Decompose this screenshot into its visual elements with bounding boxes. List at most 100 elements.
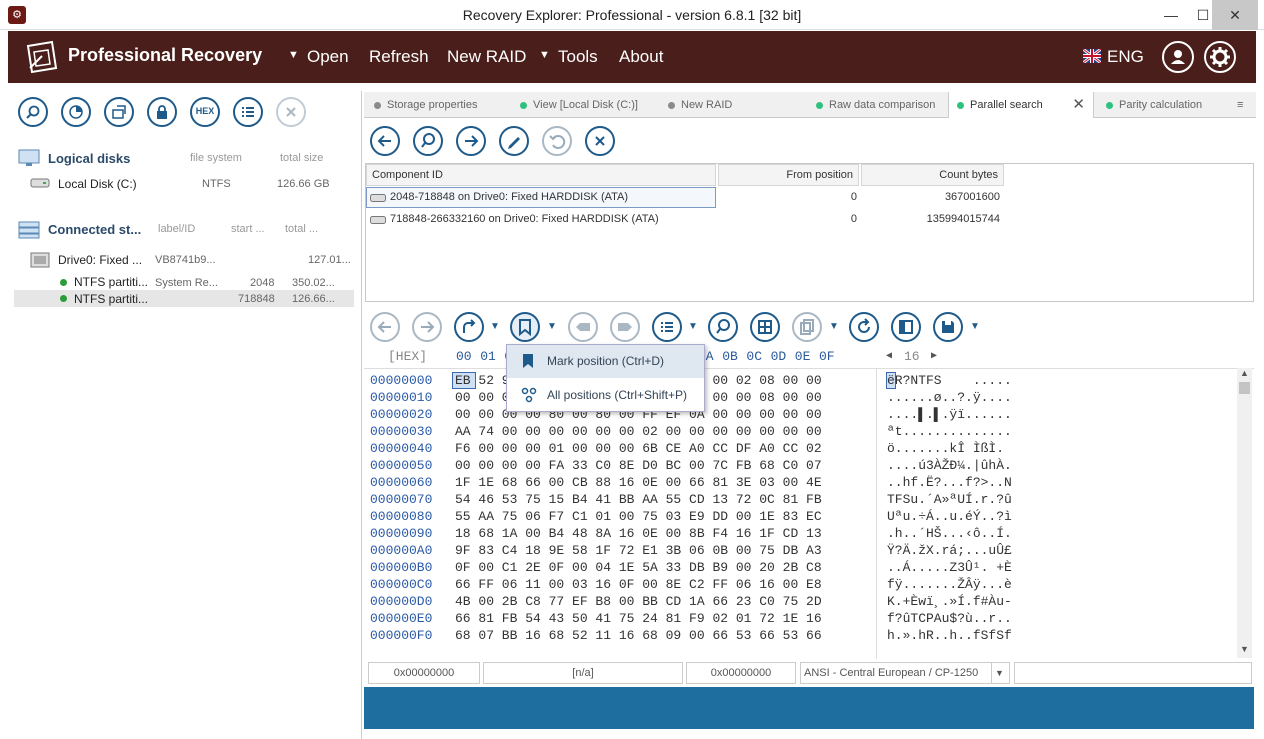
tab-parity-calculation[interactable]: Parity calculation <box>1106 92 1226 118</box>
hex-button[interactable]: HEX <box>190 97 220 127</box>
user-button[interactable] <box>1162 41 1194 73</box>
tab-parallel-search[interactable]: Parallel search ✕ <box>948 92 1094 118</box>
hex-text[interactable]: ..hf.Ë?...f?>..N <box>887 475 1012 490</box>
tab-close-icon[interactable]: ✕ <box>1072 92 1085 118</box>
refresh-button[interactable] <box>849 312 879 342</box>
back-button[interactable] <box>370 126 400 156</box>
lock-button[interactable] <box>147 97 177 127</box>
hex-bytes[interactable]: 1F 1E 68 66 00 CB 88 16 0E 00 66 81 3E 0… <box>455 475 822 490</box>
select-button[interactable] <box>750 312 780 342</box>
bookmark-button[interactable] <box>510 312 540 342</box>
hex-text[interactable]: ......ø..?.ÿ.... <box>887 390 1012 405</box>
recover-button[interactable] <box>104 97 134 127</box>
zoom-button[interactable] <box>18 97 48 127</box>
hex-text[interactable]: ªt.............. <box>887 424 1012 439</box>
hex-bytes[interactable]: AA 74 00 00 00 00 00 00 02 00 00 00 00 0… <box>455 424 822 439</box>
col-from-position[interactable]: From position <box>718 164 859 186</box>
partition-name[interactable]: NTFS partiti... <box>74 292 148 306</box>
hex-text[interactable]: h.».hR..h..fSfSf <box>887 628 1012 643</box>
tab-storage-properties[interactable]: Storage properties <box>374 92 514 118</box>
undo-button[interactable] <box>542 126 572 156</box>
save-dropdown-icon[interactable]: ▼ <box>970 321 980 332</box>
hex-bytes[interactable]: F6 00 00 00 01 00 00 00 6B CE A0 CC DF A… <box>455 441 822 456</box>
hex-bytes[interactable]: 00 00 00 00 FA 33 C0 8E D0 BC 00 7C FB 6… <box>455 458 822 473</box>
menu-all-positions[interactable]: All positions (Ctrl+Shift+P) <box>507 379 704 412</box>
logical-disk-name[interactable]: Local Disk (C:) <box>58 177 137 191</box>
hex-bytes[interactable]: 9F 83 C4 18 9E 58 1F 72 E1 3B 06 0B 00 7… <box>455 543 822 558</box>
hex-text[interactable]: fÿ.......ŽÂÿ...è <box>887 577 1012 592</box>
tab-status-dot <box>520 101 527 109</box>
hex-bytes[interactable]: 4B 00 2B C8 77 EF B8 00 BB CD 1A 66 23 C… <box>455 594 822 609</box>
prev-mark-button[interactable] <box>568 312 598 342</box>
scroll-up-icon[interactable]: ▲ <box>1237 368 1252 382</box>
close-button[interactable] <box>276 97 306 127</box>
scroll-down-icon[interactable]: ▼ <box>1237 644 1252 658</box>
cancel-button[interactable] <box>585 126 615 156</box>
scan-button[interactable] <box>61 97 91 127</box>
hex-scrollbar[interactable]: ▲ ▼ <box>1237 368 1252 658</box>
tab-view-local-disk[interactable]: View [Local Disk (C:)] <box>520 92 670 118</box>
hex-text[interactable]: ö.......kÎ ÌßÌ. <box>887 441 1004 456</box>
close-window-icon[interactable]: ✕ <box>1212 0 1258 30</box>
hex-bytes[interactable]: 55 AA 75 06 F7 C1 01 00 75 03 E9 DD 00 1… <box>455 509 822 524</box>
drive-name[interactable]: Drive0: Fixed ... <box>58 253 142 267</box>
hex-text[interactable]: ëR?NTFS ..... <box>887 373 1012 388</box>
hex-text[interactable]: Ÿ?Ä.žX.rá;...uÛ£ <box>887 543 1012 558</box>
width-increase-icon[interactable]: ▶ <box>931 350 937 362</box>
forward-button[interactable] <box>456 126 486 156</box>
hex-text[interactable]: ..Á.....Z3Û¹. +È <box>887 560 1012 575</box>
hex-bytes[interactable]: 0F 00 C1 2E 0F 00 04 1E 5A 33 DB B9 00 2… <box>455 560 822 575</box>
hex-back-button[interactable] <box>370 312 400 342</box>
save-button[interactable] <box>933 312 963 342</box>
next-mark-button[interactable] <box>610 312 640 342</box>
split-view-button[interactable] <box>891 312 921 342</box>
hex-bytes[interactable]: 68 07 BB 16 68 52 11 16 68 09 00 66 53 6… <box>455 628 822 643</box>
hex-text[interactable]: .h..´HŠ...‹ô..Í. <box>887 526 1012 541</box>
tools-arrow-icon[interactable]: ▼ <box>539 49 550 61</box>
edit-button[interactable] <box>499 126 529 156</box>
menu-new-raid[interactable]: New RAID <box>447 47 526 67</box>
menu-refresh[interactable]: Refresh <box>369 47 429 67</box>
width-decrease-icon[interactable]: ◀ <box>886 350 892 362</box>
chevron-down-icon[interactable]: ▼ <box>991 663 1007 683</box>
menu-open[interactable]: Open <box>307 47 349 67</box>
hex-forward-button[interactable] <box>412 312 442 342</box>
bookmark-dropdown-icon[interactable]: ▼ <box>547 321 557 332</box>
copy-dropdown-icon[interactable]: ▼ <box>829 321 839 332</box>
view-dropdown-icon[interactable]: ▼ <box>688 321 698 332</box>
hex-text[interactable]: K.+Èwï¸.»Í.f#Àu- <box>887 594 1012 609</box>
hex-text[interactable]: TFSu.´A»ªUÍ.r.?û <box>887 492 1012 507</box>
hex-bytes[interactable]: 18 68 1A 00 B4 48 8A 16 0E 00 8B F4 16 1… <box>455 526 822 541</box>
col-component-id[interactable]: Component ID <box>366 164 716 186</box>
search-button[interactable] <box>413 126 443 156</box>
menu-mark-position[interactable]: Mark position (Ctrl+D) <box>507 345 704 378</box>
goto-dropdown-icon[interactable]: ▼ <box>490 321 500 332</box>
encoding-select[interactable]: ANSI - Central European / CP-1250 ▼ <box>800 662 1010 684</box>
hex-bytes[interactable]: 54 46 53 75 15 B4 41 BB AA 55 CD 13 72 0… <box>455 492 822 507</box>
hex-search-button[interactable] <box>708 312 738 342</box>
settings-button[interactable] <box>1204 41 1236 73</box>
tab-new-raid[interactable]: New RAID <box>668 92 768 118</box>
hex-bytes[interactable]: 66 FF 06 11 00 03 16 0F 00 8E C2 FF 06 1… <box>455 577 822 592</box>
tab-raw-data-comparison[interactable]: Raw data comparison <box>816 92 956 118</box>
component-id[interactable]: 718848-266332160 on Drive0: Fixed HARDDI… <box>390 209 659 229</box>
view-list-button[interactable] <box>652 312 682 342</box>
menu-tools[interactable]: Tools <box>558 47 598 67</box>
partition-name[interactable]: NTFS partiti... <box>74 275 148 289</box>
language-selector[interactable]: ENG <box>1107 47 1144 67</box>
scroll-thumb[interactable] <box>1239 382 1250 394</box>
menu-about[interactable]: About <box>619 47 663 67</box>
hex-text[interactable]: f?ûTCPAu$?ù..r.. <box>887 611 1012 626</box>
hex-text[interactable]: Uªu.÷Á..u.éÝ..?ì <box>887 509 1012 524</box>
copy-button[interactable] <box>792 312 822 342</box>
hex-bytes[interactable]: 66 81 FB 54 43 50 41 75 24 81 F9 02 01 7… <box>455 611 822 626</box>
hex-view[interactable]: 00000000EB 52 90 4E 54 46 53 20 20 20 20… <box>364 368 1254 659</box>
tab-overflow-icon[interactable]: ≡ <box>1237 92 1253 118</box>
partition-label: System Re... <box>155 277 218 289</box>
list-button[interactable] <box>233 97 263 127</box>
open-arrow-icon[interactable]: ▼ <box>288 49 299 61</box>
goto-button[interactable] <box>454 312 484 342</box>
col-count-bytes[interactable]: Count bytes <box>861 164 1004 186</box>
hex-text[interactable]: ....▌.▌.ÿï...... <box>887 407 1012 422</box>
hex-text[interactable]: ....ú3ÀŽÐ¼.|ûhÀ. <box>887 458 1012 473</box>
